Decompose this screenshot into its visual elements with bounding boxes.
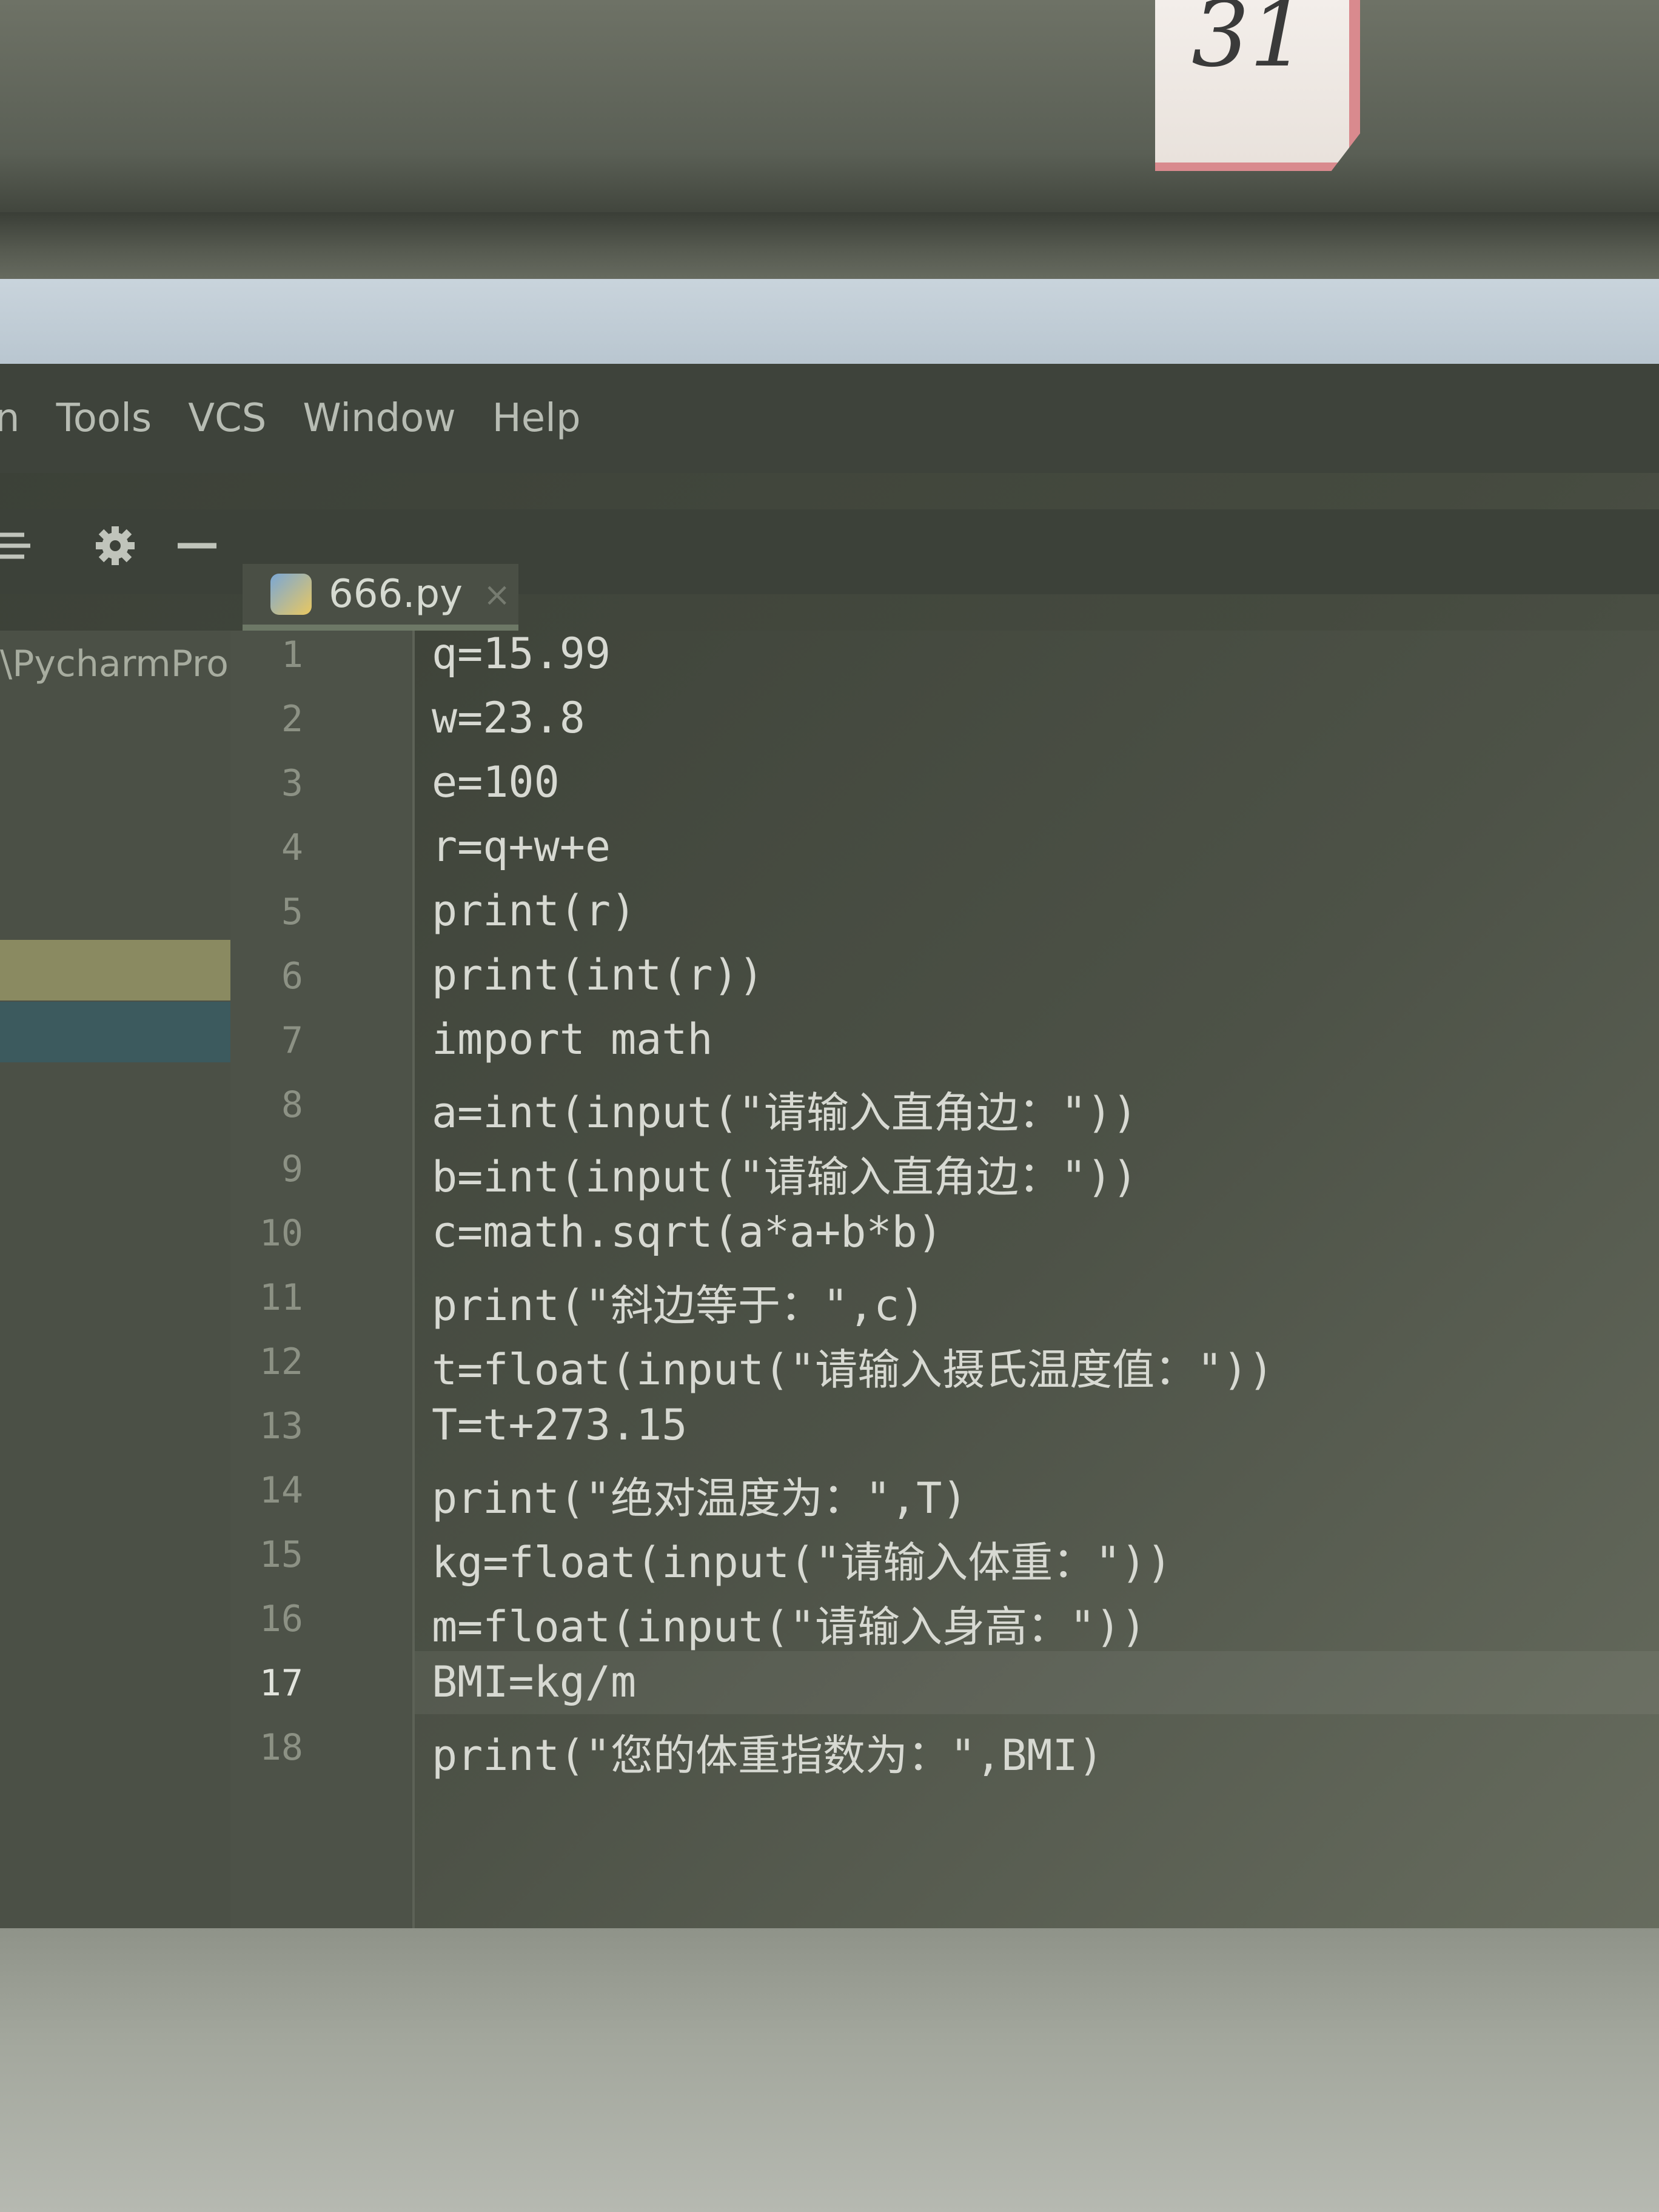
menu-item-window[interactable]: Window <box>303 396 455 441</box>
line-number: 8 <box>281 1084 303 1126</box>
line-number: 5 <box>281 891 303 933</box>
code-line[interactable]: b=int(input("请输入直角边：")) <box>432 1143 1138 1204</box>
line-number: 11 <box>259 1276 303 1319</box>
gear-icon[interactable] <box>91 521 139 570</box>
menu-bar: n Tools VCS Window Help <box>0 364 1659 473</box>
menu-item-vcs[interactable]: VCS <box>188 396 266 441</box>
close-icon[interactable]: × <box>483 575 511 614</box>
menu-item-tools[interactable]: Tools <box>56 396 152 441</box>
line-number: 3 <box>281 762 303 805</box>
sticker-number: 31 <box>1191 0 1307 87</box>
project-panel: \PycharmPro <box>0 631 230 1928</box>
minimize-icon[interactable] <box>173 521 221 570</box>
line-number: 13 <box>259 1405 303 1447</box>
code-line[interactable]: print(int(r)) <box>432 950 764 1000</box>
tab-filename: 666.py <box>329 572 463 617</box>
python-file-icon <box>270 574 312 615</box>
project-tree-item-highlighted[interactable] <box>0 940 230 1000</box>
line-number: 12 <box>259 1341 303 1383</box>
ide-window: n Tools VCS Window Help 666.py × \Pychar… <box>0 279 1659 1928</box>
code-line[interactable]: kg=float(input("请输入体重：")) <box>432 1529 1172 1590</box>
line-number: 6 <box>281 955 303 997</box>
line-number: 7 <box>281 1019 303 1062</box>
code-line[interactable]: print("斜边等于：",c) <box>432 1272 925 1333</box>
monitor-bezel-edge <box>0 212 1659 285</box>
line-number: 4 <box>281 826 303 869</box>
code-line[interactable]: print("您的体重指数为：",BMI) <box>432 1721 1104 1783</box>
project-tree-item-selected[interactable] <box>0 1002 230 1062</box>
code-line[interactable]: r=q+w+e <box>432 822 611 871</box>
code-line[interactable]: print("绝对温度为：",T) <box>432 1464 968 1526</box>
line-number: 9 <box>281 1148 303 1190</box>
code-line[interactable]: t=float(input("请输入摄氏温度值：")) <box>432 1336 1274 1397</box>
code-line[interactable]: w=23.8 <box>432 693 585 743</box>
line-number: 17 <box>259 1662 303 1704</box>
code-line[interactable]: m=float(input("请输入身高：")) <box>432 1593 1147 1654</box>
line-number: 18 <box>259 1726 303 1769</box>
code-line[interactable]: c=math.sqrt(a*a+b*b) <box>432 1207 943 1257</box>
code-line[interactable]: e=100 <box>432 757 560 807</box>
code-line[interactable]: BMI=kg/m <box>432 1657 636 1707</box>
line-number: 1 <box>281 634 303 676</box>
code-line[interactable]: T=t+273.15 <box>432 1400 687 1450</box>
line-number: 2 <box>281 698 303 740</box>
line-number: 16 <box>259 1598 303 1640</box>
project-path[interactable]: \PycharmPro <box>0 643 229 685</box>
title-bar <box>0 279 1659 364</box>
line-number: 14 <box>259 1469 303 1512</box>
code-line[interactable]: q=15.99 <box>432 629 611 679</box>
menu-item-help[interactable]: Help <box>492 396 581 441</box>
code-line[interactable]: print(r) <box>432 886 636 936</box>
line-number: 10 <box>259 1212 303 1255</box>
code-line[interactable]: a=int(input("请输入直角边：")) <box>432 1079 1138 1140</box>
menu-item-run[interactable]: n <box>0 396 20 441</box>
collapse-all-icon[interactable] <box>0 521 42 570</box>
editor-tab-666-py[interactable]: 666.py × <box>243 564 518 631</box>
number-sticker: 31 <box>1155 0 1360 171</box>
desk-surface <box>0 1928 1659 2212</box>
line-number: 15 <box>259 1533 303 1576</box>
code-line[interactable]: import math <box>432 1014 713 1064</box>
